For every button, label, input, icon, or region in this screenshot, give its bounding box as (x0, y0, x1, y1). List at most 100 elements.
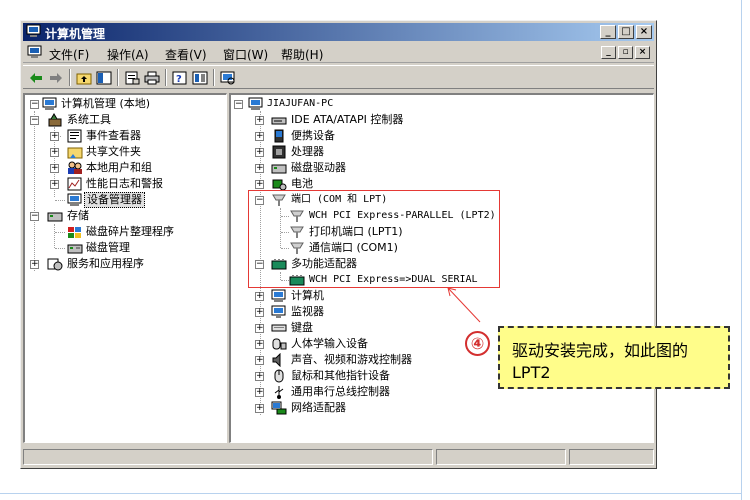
menu-window[interactable]: 窗口(W) (223, 46, 268, 63)
computer-icon (248, 97, 264, 111)
maximize-button[interactable]: □ (618, 25, 634, 39)
expand-icon[interactable]: + (50, 132, 59, 141)
tree-label: 共享文件夹 (86, 145, 141, 158)
status-cell (23, 449, 433, 465)
expand-icon[interactable]: + (255, 164, 264, 173)
device-category-label: 便携设备 (291, 129, 335, 142)
disk-management-icon (67, 241, 83, 255)
expand-icon[interactable]: + (255, 132, 264, 141)
expand-icon[interactable]: + (50, 148, 59, 157)
expand-icon[interactable]: + (255, 388, 264, 397)
menu-view[interactable]: 查看(V) (165, 46, 207, 63)
mmc-icon[interactable] (191, 69, 209, 86)
device-category-ide[interactable]: + IDE ATA/ATAPI 控制器 (231, 112, 631, 128)
minimize-button[interactable]: _ (600, 25, 616, 39)
child-minimize-button[interactable]: _ (601, 46, 616, 59)
tree-node-local-users[interactable]: + 本地用户和组 (25, 160, 225, 176)
child-close-button[interactable]: × (635, 46, 650, 59)
annotation-line-1: 驱动安装完成，如此图的 (512, 341, 689, 360)
shared-folder-icon (67, 145, 83, 159)
tree-node-defrag[interactable]: 磁盘碎片整理程序 (25, 224, 225, 240)
expand-icon[interactable]: + (30, 260, 39, 269)
tools-icon (47, 113, 63, 127)
annotation-callout: 驱动安装完成，如此图的 LPT2 (498, 326, 730, 389)
expand-icon[interactable]: + (255, 180, 264, 189)
tree-node-storage[interactable]: − 存储 (25, 208, 225, 224)
expand-icon[interactable]: + (255, 148, 264, 157)
expand-icon[interactable]: + (255, 340, 264, 349)
help-icon[interactable]: ? (171, 69, 189, 86)
device-root[interactable]: − JIAJUFAN-PC (231, 96, 631, 112)
computer-management-icon (26, 24, 42, 41)
expand-icon[interactable]: + (255, 324, 264, 333)
mouse-icon (271, 369, 287, 383)
storage-icon (47, 209, 63, 223)
tree-node-services[interactable]: + 服务和应用程序 (25, 256, 225, 272)
expand-icon[interactable]: + (255, 356, 264, 365)
tree-node-performance-logs[interactable]: + 性能日志和警报 (25, 176, 225, 192)
print-icon[interactable] (143, 69, 161, 86)
show-hide-tree-icon[interactable] (95, 69, 113, 86)
device-category-processor[interactable]: + 处理器 (231, 144, 631, 160)
expand-icon[interactable]: + (255, 292, 264, 301)
battery-icon (271, 177, 287, 191)
device-category-label: IDE ATA/ATAPI 控制器 (291, 113, 404, 126)
tree-node-disk-management[interactable]: 磁盘管理 (25, 240, 225, 256)
menu-file[interactable]: 文件(F) (49, 46, 89, 63)
annotation-arrow (447, 287, 481, 323)
device-category-label: 网络适配器 (291, 401, 346, 414)
expand-icon[interactable]: + (50, 164, 59, 173)
device-category-label: 磁盘驱动器 (291, 161, 346, 174)
expand-icon[interactable]: + (255, 372, 264, 381)
tree-node-shared-folders[interactable]: + 共享文件夹 (25, 144, 225, 160)
forward-icon[interactable] (47, 69, 65, 86)
child-restore-button[interactable]: ▫ (618, 46, 633, 59)
device-category-disk[interactable]: + 磁盘驱动器 (231, 160, 631, 176)
page-frame-right (741, 0, 742, 500)
scan-hardware-icon[interactable] (219, 69, 237, 86)
device-category-network[interactable]: + 网络适配器 (231, 400, 631, 416)
computer-icon (271, 289, 287, 303)
collapse-icon[interactable]: − (30, 100, 39, 109)
menu-bar: 文件(F) 操作(A) 查看(V) 窗口(W) 帮助(H) _ ▫ × (23, 43, 654, 63)
device-root-label: JIAJUFAN-PC (267, 98, 334, 109)
collapse-icon[interactable]: − (234, 100, 243, 109)
device-category-computer[interactable]: + 计算机 (231, 288, 631, 304)
collapse-icon[interactable]: − (30, 116, 39, 125)
device-category-monitor[interactable]: + 监视器 (231, 304, 631, 320)
usb-icon (271, 385, 287, 399)
expand-icon[interactable]: + (255, 308, 264, 317)
up-folder-icon[interactable] (75, 69, 93, 86)
hid-icon (271, 337, 287, 351)
tree-node-system-tools[interactable]: − 系统工具 (25, 112, 225, 128)
properties-icon[interactable] (123, 69, 141, 86)
console-tree[interactable]: − 计算机管理 (本地) − 系统工具 + 事件查看器 + 共享文件夹 + 本地… (23, 93, 227, 443)
expand-icon[interactable]: + (50, 180, 59, 189)
title-bar[interactable]: 计算机管理 _ □ × (23, 23, 654, 41)
back-icon[interactable] (27, 69, 45, 86)
tree-label: 系统工具 (67, 113, 111, 126)
menu-action[interactable]: 操作(A) (107, 46, 149, 63)
tree-label: 性能日志和警报 (86, 177, 163, 190)
expand-icon[interactable]: + (255, 116, 264, 125)
lpt-highlight-box (248, 190, 500, 288)
device-category-label: 监视器 (291, 305, 324, 318)
defrag-icon (67, 225, 83, 239)
status-cell (569, 449, 654, 465)
document-icon[interactable] (27, 45, 43, 62)
collapse-icon[interactable]: − (30, 212, 39, 221)
tree-node-device-manager[interactable]: 设备管理器 (25, 192, 225, 208)
expand-icon[interactable]: + (255, 404, 264, 413)
tree-node-root[interactable]: − 计算机管理 (本地) (25, 96, 225, 112)
users-icon (67, 161, 83, 175)
device-category-portable[interactable]: + 便携设备 (231, 128, 631, 144)
performance-icon (67, 177, 83, 191)
menu-help[interactable]: 帮助(H) (281, 46, 323, 63)
status-cell (436, 449, 566, 465)
ide-controller-icon (271, 113, 287, 127)
tree-label: 存储 (67, 209, 89, 222)
page-frame-bottom (0, 493, 741, 494)
close-button[interactable]: × (636, 25, 652, 39)
tree-node-event-viewer[interactable]: + 事件查看器 (25, 128, 225, 144)
tree-label: 磁盘管理 (86, 241, 130, 254)
